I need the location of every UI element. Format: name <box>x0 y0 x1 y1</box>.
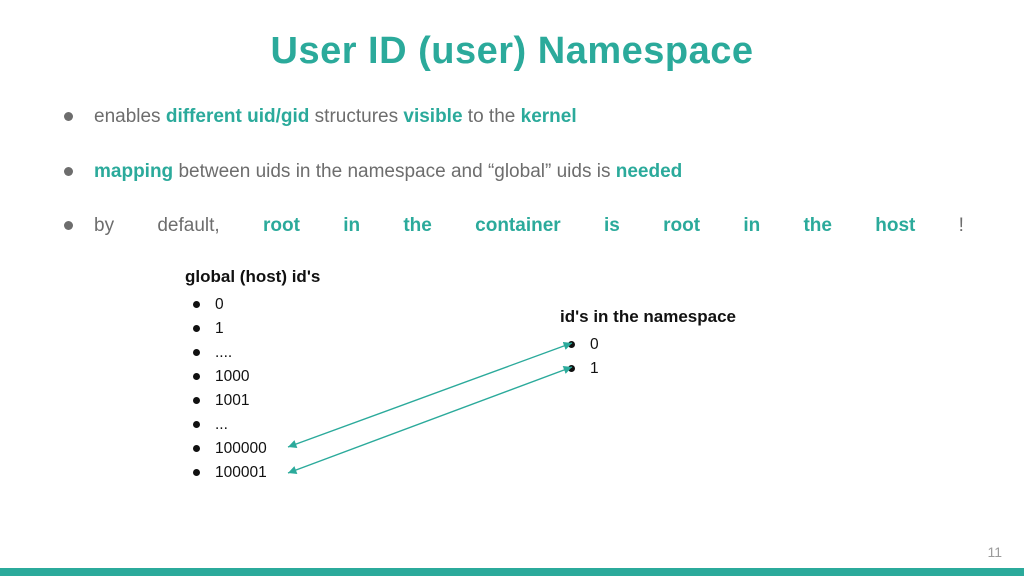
highlight-text: in <box>343 212 360 241</box>
highlight-text: is <box>604 212 620 241</box>
text: default, <box>157 212 219 241</box>
highlight-text: visible <box>403 106 462 127</box>
text: ! <box>959 212 964 241</box>
text: between uids in the namespace and “globa… <box>173 161 616 182</box>
global-ids-list: 0 1 .... 1000 1001 ... 100000 100001 <box>185 293 320 485</box>
highlight-text: the <box>803 212 832 241</box>
column-header: id's in the namespace <box>560 307 736 327</box>
list-item: 1001 <box>185 389 320 413</box>
namespace-ids-column: id's in the namespace 0 1 <box>560 307 736 381</box>
list-item: 100001 <box>185 461 320 485</box>
highlight-text: the <box>403 212 432 241</box>
list-item: 1 <box>185 317 320 341</box>
text: by <box>94 212 114 241</box>
list-item: 0 <box>185 293 320 317</box>
bullet-item-1: enables different uid/gid structures vis… <box>60 103 964 132</box>
list-item: 1000 <box>185 365 320 389</box>
id-mapping-diagram: global (host) id's 0 1 .... 1000 1001 ..… <box>0 267 1024 497</box>
highlight-text: root <box>263 212 300 241</box>
highlight-text: different uid/gid <box>166 106 310 127</box>
highlight-text: root <box>663 212 700 241</box>
text: structures <box>309 106 403 127</box>
highlight-text: needed <box>616 161 683 182</box>
list-item: 0 <box>560 333 736 357</box>
bullet-item-3: by default, root in the container is roo… <box>60 212 964 241</box>
list-item: 1 <box>560 357 736 381</box>
page-number: 11 <box>987 544 1002 560</box>
slide-title: User ID (user) Namespace <box>0 0 1024 73</box>
bullet-item-2: mapping between uids in the namespace an… <box>60 158 964 187</box>
text: to the <box>463 106 521 127</box>
mapping-arrows <box>0 267 1024 567</box>
arrow-icon <box>288 343 572 447</box>
highlight-text: in <box>743 212 760 241</box>
list-item: .... <box>185 341 320 365</box>
text: enables <box>94 106 166 127</box>
slide: User ID (user) Namespace enables differe… <box>0 0 1024 576</box>
list-item: 100000 <box>185 437 320 461</box>
namespace-ids-list: 0 1 <box>560 333 736 381</box>
list-item: ... <box>185 413 320 437</box>
highlight-text: container <box>475 212 561 241</box>
column-header: global (host) id's <box>185 267 320 287</box>
highlight-text: mapping <box>94 161 173 182</box>
highlight-text: host <box>875 212 915 241</box>
global-ids-column: global (host) id's 0 1 .... 1000 1001 ..… <box>185 267 320 485</box>
arrow-icon <box>288 367 572 473</box>
main-bullets: enables different uid/gid structures vis… <box>60 103 964 241</box>
footer-accent-bar <box>0 568 1024 576</box>
highlight-text: kernel <box>521 106 577 127</box>
